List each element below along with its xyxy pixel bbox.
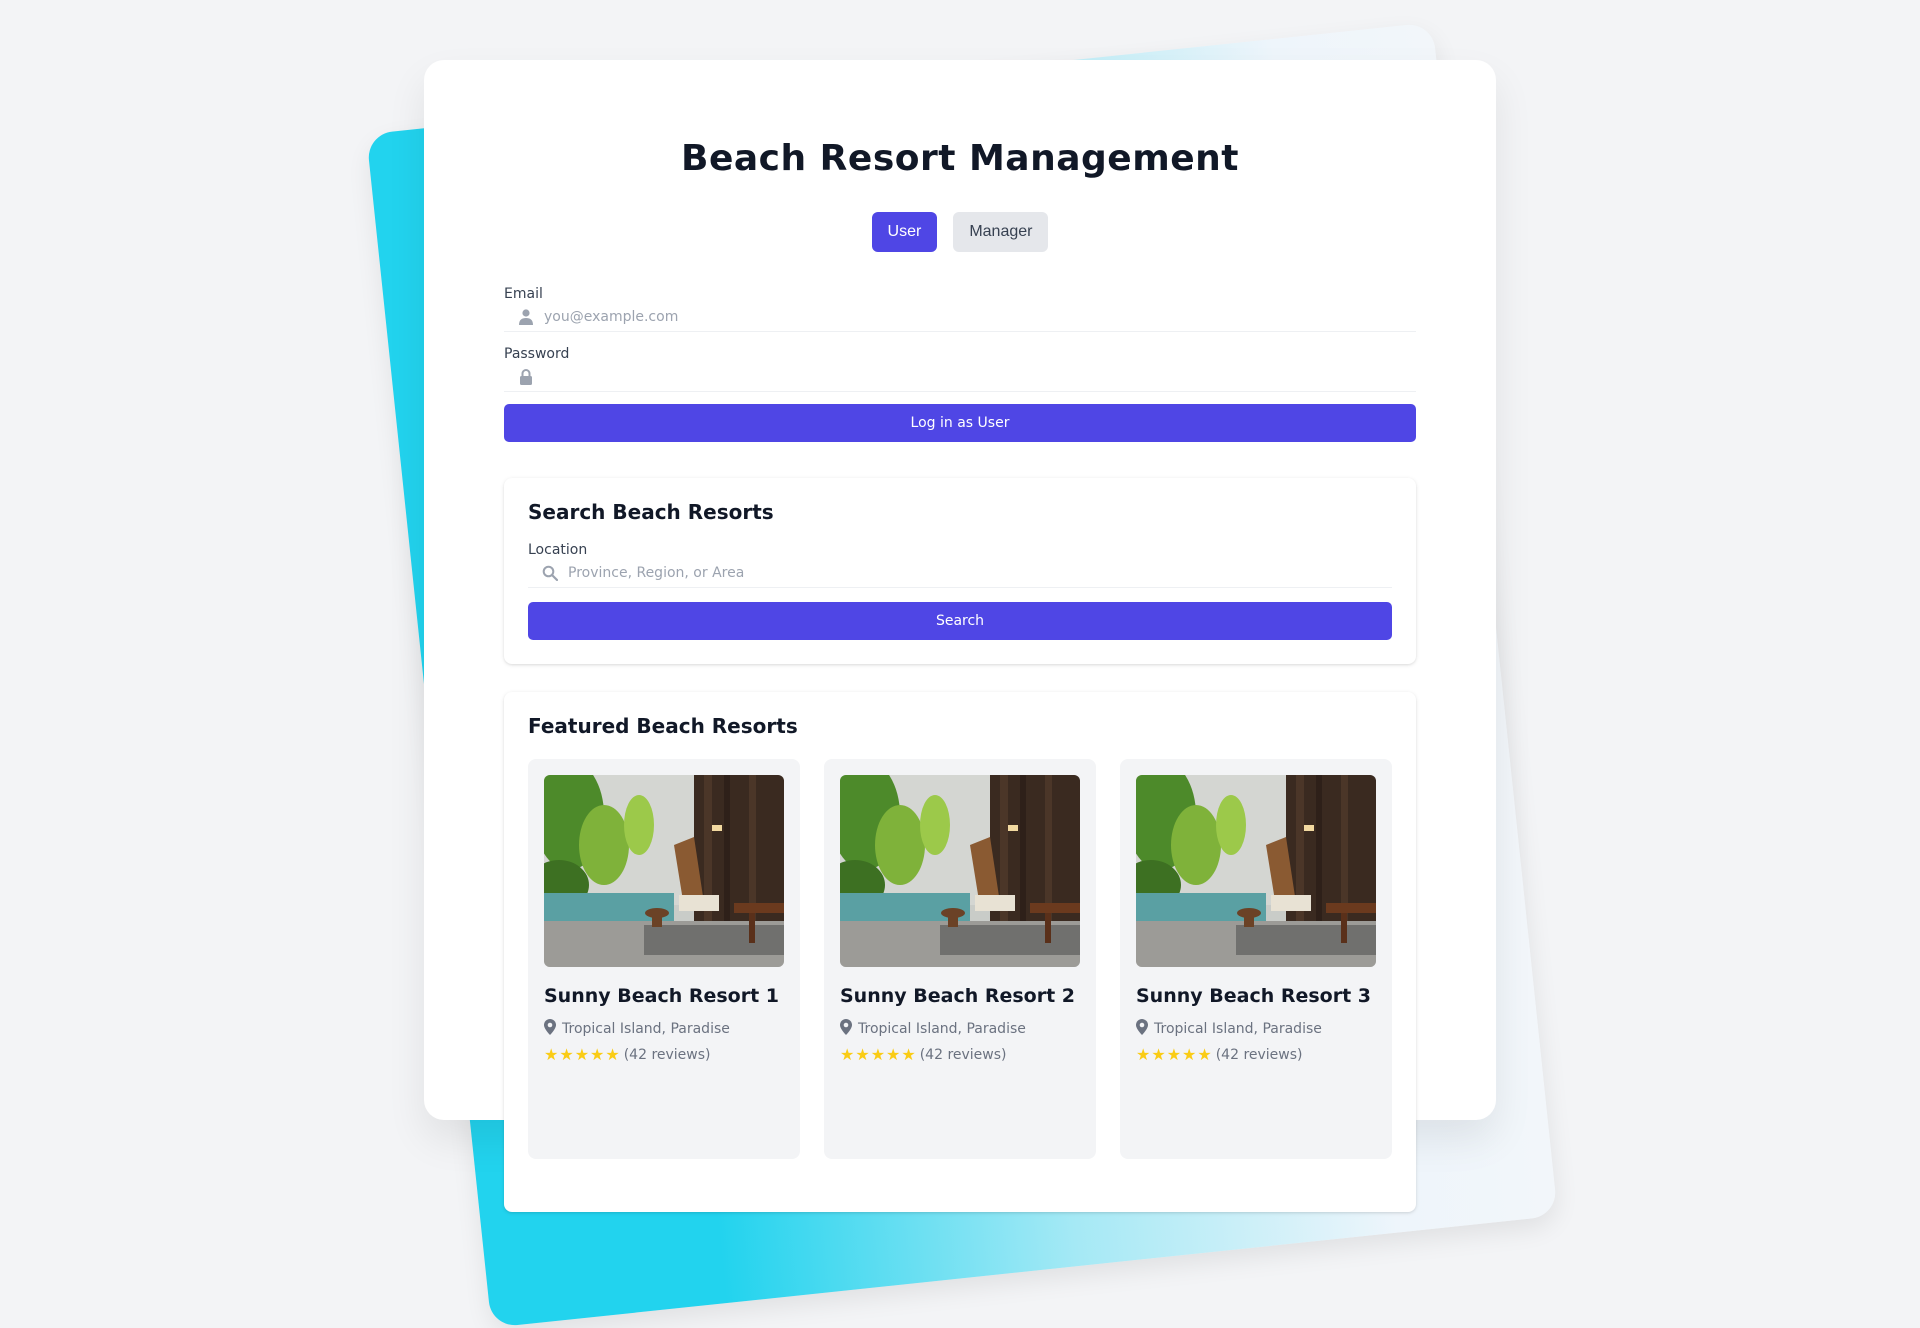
resort-card[interactable]: Sunny Beach Resort 3 Tropical Island, Pa…	[1120, 759, 1392, 1159]
star-icon: ★	[840, 1045, 855, 1064]
map-pin-icon	[1136, 1019, 1148, 1039]
resort-location: Tropical Island, Paradise	[544, 1019, 730, 1039]
star-icon: ★	[870, 1045, 886, 1064]
lock-icon	[516, 368, 536, 385]
resort-card[interactable]: Sunny Beach Resort 2 Tropical Island, Pa…	[824, 759, 1096, 1159]
password-field-row	[504, 362, 1416, 392]
email-label: Email	[504, 286, 543, 302]
search-icon	[540, 565, 560, 581]
rating-stars: ★ ★ ★ ★ ★	[544, 1047, 620, 1063]
star-icon: ★	[590, 1045, 605, 1064]
page-title: Beach Resort Management	[681, 138, 1239, 179]
search-title: Search Beach Resorts	[528, 500, 774, 524]
star-icon: ★	[559, 1045, 574, 1064]
review-count: (42 reviews)	[623, 1047, 711, 1063]
star-icon: ★	[544, 1045, 559, 1064]
resort-image	[1136, 775, 1376, 967]
resort-location-text: Tropical Island, Paradise	[858, 1021, 1026, 1037]
resort-name: Sunny Beach Resort 2	[840, 985, 1076, 1007]
resort-grid: Sunny Beach Resort 1 Tropical Island, Pa…	[528, 759, 1392, 1159]
rating-stars: ★ ★ ★ ★ ★	[1136, 1047, 1212, 1063]
resort-image	[840, 775, 1080, 967]
star-icon: ★	[1136, 1045, 1151, 1064]
star-icon: ★	[605, 1045, 620, 1064]
search-button[interactable]: Search	[528, 602, 1392, 640]
star-icon: ★	[855, 1045, 870, 1064]
resort-location: Tropical Island, Paradise	[840, 1019, 1026, 1039]
featured-title: Featured Beach Resorts	[528, 714, 798, 738]
resort-name: Sunny Beach Resort 3	[1136, 985, 1372, 1007]
resort-rating: ★ ★ ★ ★ ★ (42 reviews)	[544, 1047, 711, 1064]
user-icon	[516, 308, 536, 325]
resort-card[interactable]: Sunny Beach Resort 1 Tropical Island, Pa…	[528, 759, 800, 1159]
location-label: Location	[528, 542, 588, 558]
review-count: (42 reviews)	[919, 1047, 1007, 1063]
star-icon: ★	[901, 1045, 916, 1064]
password-input[interactable]	[544, 368, 1416, 385]
role-toggle: User Manager	[424, 212, 1496, 252]
star-icon: ★	[574, 1045, 590, 1064]
star-icon: ★	[1166, 1045, 1182, 1064]
email-field-row	[504, 302, 1416, 332]
email-input[interactable]	[544, 308, 1416, 325]
search-panel: Search Beach Resorts Location Search	[504, 478, 1416, 664]
rating-stars: ★ ★ ★ ★ ★	[840, 1047, 916, 1063]
user-role-button[interactable]: User	[871, 212, 938, 252]
star-icon: ★	[1197, 1045, 1212, 1064]
resort-location-text: Tropical Island, Paradise	[1154, 1021, 1322, 1037]
review-count: (42 reviews)	[1215, 1047, 1303, 1063]
resort-name: Sunny Beach Resort 1	[544, 985, 780, 1007]
location-field-row	[528, 558, 1392, 588]
star-icon: ★	[886, 1045, 901, 1064]
main-card: Beach Resort Management User Manager Ema…	[424, 60, 1496, 1212]
resort-rating: ★ ★ ★ ★ ★ (42 reviews)	[1136, 1047, 1303, 1064]
manager-role-button[interactable]: Manager	[953, 212, 1049, 252]
resort-location: Tropical Island, Paradise	[1136, 1019, 1322, 1039]
resort-rating: ★ ★ ★ ★ ★ (42 reviews)	[840, 1047, 1007, 1064]
resort-image	[544, 775, 784, 967]
featured-panel: Featured Beach Resorts Sunny Beach Resor…	[504, 692, 1416, 1212]
location-input[interactable]	[568, 564, 1392, 581]
map-pin-icon	[840, 1019, 852, 1039]
resort-location-text: Tropical Island, Paradise	[562, 1021, 730, 1037]
map-pin-icon	[544, 1019, 556, 1039]
password-label: Password	[504, 346, 570, 362]
star-icon: ★	[1151, 1045, 1166, 1064]
login-button[interactable]: Log in as User	[504, 404, 1416, 442]
star-icon: ★	[1182, 1045, 1197, 1064]
